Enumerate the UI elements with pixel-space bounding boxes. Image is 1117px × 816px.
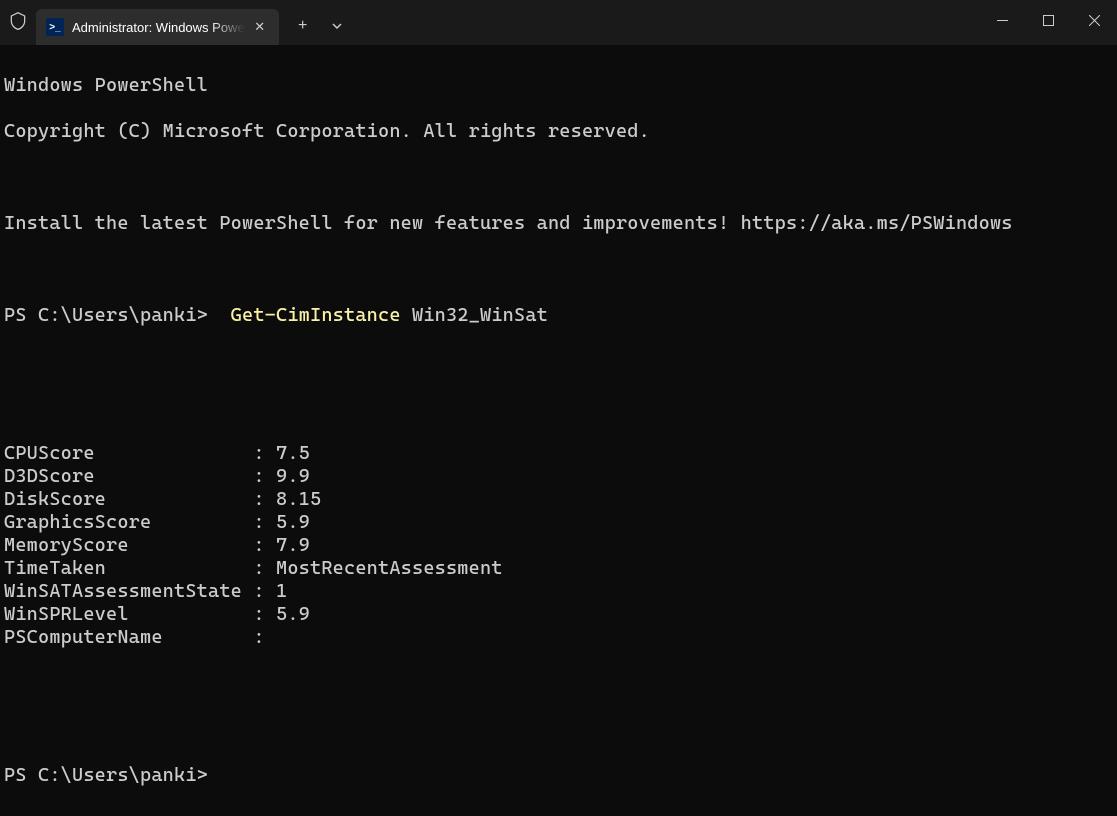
titlebar: >_ Administrator: Windows Powe ✕ + — [0, 0, 1117, 45]
prompt-line: PS C:\Users\panki> — [4, 764, 1113, 787]
blank-line — [4, 258, 1113, 281]
result-row: PSComputerName : — [4, 626, 1113, 649]
new-tab-button[interactable]: + — [287, 10, 319, 42]
tab-dropdown-button[interactable] — [321, 10, 353, 42]
blank-line — [4, 396, 1113, 419]
minimize-icon — [997, 15, 1008, 26]
output-line: Windows PowerShell — [4, 74, 1113, 97]
result-row: WinSATAssessmentState : 1 — [4, 580, 1113, 603]
results-block: CPUScore : 7.5D3DScore : 9.9DiskScore : … — [4, 442, 1113, 649]
output-line: Copyright (C) Microsoft Corporation. All… — [4, 120, 1113, 143]
blank-line — [4, 350, 1113, 373]
tab-powershell[interactable]: >_ Administrator: Windows Powe ✕ — [36, 9, 279, 45]
window-controls — [979, 0, 1117, 40]
cmdlet: Get-CimInstance — [231, 304, 401, 326]
maximize-icon — [1043, 15, 1054, 26]
prompt: PS C:\Users\panki> — [4, 304, 208, 326]
close-tab-button[interactable]: ✕ — [251, 18, 269, 36]
powershell-icon: >_ — [46, 18, 64, 36]
terminal-output[interactable]: Windows PowerShell Copyright (C) Microso… — [0, 45, 1117, 816]
cmd-argument: Win32_WinSat — [412, 304, 548, 326]
close-icon — [1089, 15, 1100, 26]
chevron-down-icon — [331, 20, 343, 32]
result-row: GraphicsScore : 5.9 — [4, 511, 1113, 534]
tab-title: Administrator: Windows Powe — [72, 20, 245, 35]
close-window-button[interactable] — [1071, 0, 1117, 40]
output-line: Install the latest PowerShell for new fe… — [4, 212, 1113, 235]
result-row: CPUScore : 7.5 — [4, 442, 1113, 465]
blank-line — [4, 718, 1113, 741]
result-row: WinSPRLevel : 5.9 — [4, 603, 1113, 626]
result-row: MemoryScore : 7.9 — [4, 534, 1113, 557]
shield-icon — [0, 11, 36, 35]
result-row: DiskScore : 8.15 — [4, 488, 1113, 511]
minimize-button[interactable] — [979, 0, 1025, 40]
maximize-button[interactable] — [1025, 0, 1071, 40]
blank-line — [4, 672, 1113, 695]
command-line: PS C:\Users\panki> Get-CimInstance Win32… — [4, 304, 1113, 327]
blank-line — [4, 166, 1113, 189]
result-row: TimeTaken : MostRecentAssessment — [4, 557, 1113, 580]
result-row: D3DScore : 9.9 — [4, 465, 1113, 488]
